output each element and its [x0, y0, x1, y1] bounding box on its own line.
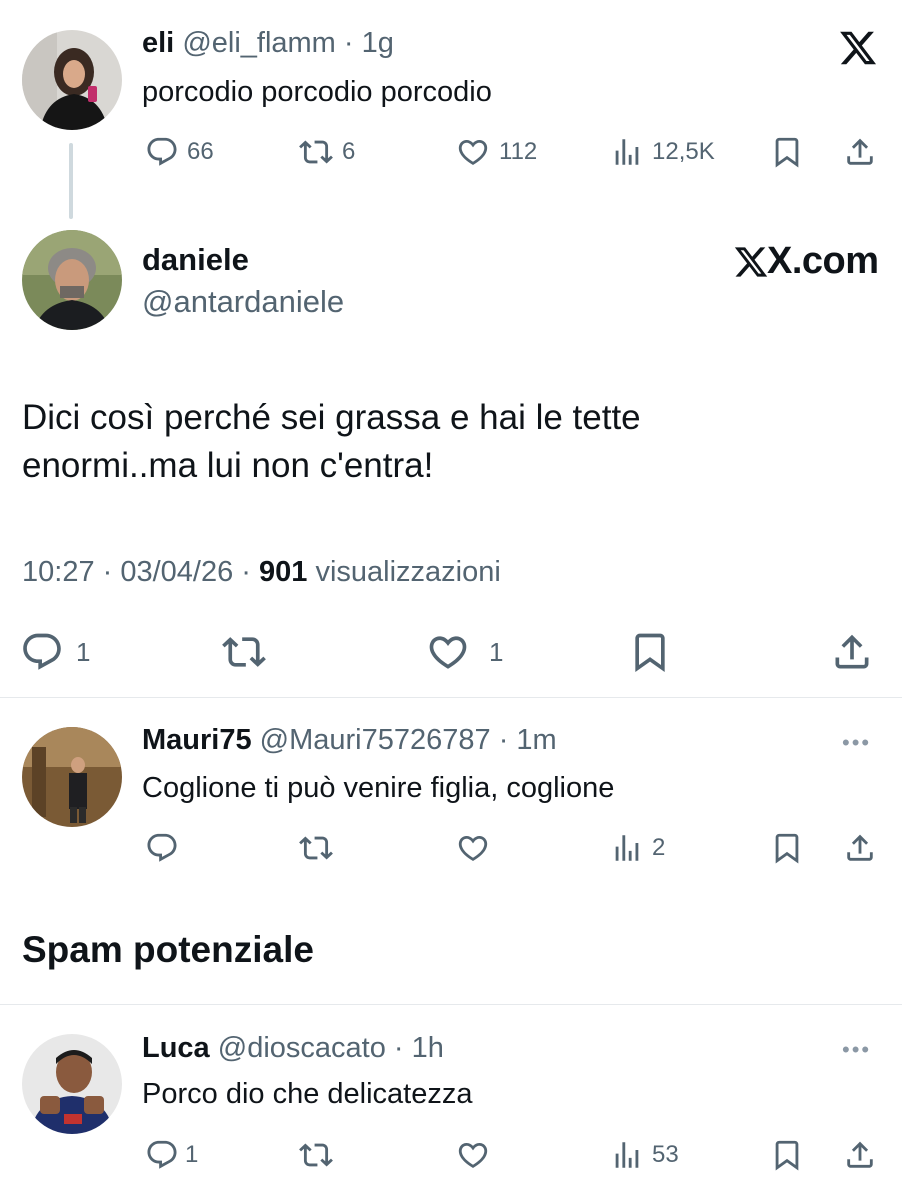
like-button[interactable]	[455, 831, 491, 865]
reply-button[interactable]	[145, 831, 179, 865]
bookmark-button[interactable]	[770, 135, 804, 169]
reply-count: 1	[185, 1141, 199, 1168]
bookmark-icon	[770, 1138, 804, 1172]
handle[interactable]: @Mauri75726787	[260, 724, 491, 756]
reply-count: 1	[76, 636, 91, 667]
retweet-button[interactable]: 6	[298, 135, 355, 169]
heart-icon	[455, 135, 491, 169]
display-name[interactable]: daniele	[142, 242, 249, 278]
tweet-timestamp[interactable]: 10:27 · 03/04/26 ·	[22, 556, 251, 588]
reply-count: 66	[187, 138, 214, 165]
tweet-text-line: enormi..ma lui non c'entra!	[22, 446, 434, 485]
reply1-header: Mauri75 @Mauri75726787 · 1m	[142, 723, 557, 757]
retweet-icon	[298, 135, 334, 169]
tweet-time[interactable]: · 1g	[344, 27, 394, 59]
reply2-header: Luca @dioscacato · 1h	[142, 1031, 444, 1065]
retweet-icon	[298, 1138, 334, 1172]
tweet-time[interactable]: · 1m	[499, 724, 557, 756]
tweet-meta: 10:27 · 03/04/26 · 901 visualizzazioni	[22, 555, 501, 589]
like-count: 112	[499, 138, 538, 165]
share-icon	[843, 1138, 877, 1172]
brand-label: X.com	[767, 240, 879, 282]
reply-button[interactable]: 1	[145, 1138, 198, 1172]
bookmark-button[interactable]	[770, 1138, 804, 1172]
tweet-time[interactable]: · 1h	[394, 1032, 444, 1064]
views-count: 12,5K	[652, 138, 715, 165]
share-icon	[843, 135, 877, 169]
reply-icon	[145, 831, 179, 865]
bookmark-button[interactable]	[628, 630, 672, 674]
more-options-icon[interactable]: •••	[842, 730, 871, 756]
section-title: Spam potenziale	[22, 929, 314, 970]
views-button[interactable]: 12,5K	[610, 135, 715, 169]
tweet1-text: porcodio porcodio porcodio	[142, 76, 492, 108]
retweet-button[interactable]	[298, 1138, 334, 1172]
handle[interactable]: @antardaniele	[142, 284, 344, 320]
heart-icon	[455, 831, 491, 865]
views-button[interactable]: 53	[610, 1138, 679, 1172]
tweet1-header: eli @eli_flamm · 1g	[142, 26, 394, 60]
share-button[interactable]	[843, 831, 877, 865]
reply-icon	[20, 630, 64, 674]
views-count: 901	[259, 556, 308, 588]
reply-button[interactable]: 66	[145, 135, 214, 169]
display-name[interactable]: Luca	[142, 1032, 210, 1064]
tweet2-text: Dici così perché sei grassa e hai le tet…	[22, 394, 641, 490]
analytics-icon	[610, 135, 644, 169]
avatar-eli[interactable]	[22, 30, 122, 130]
handle[interactable]: @eli_flamm	[182, 27, 336, 59]
like-button[interactable]	[455, 1138, 491, 1172]
display-name[interactable]: eli	[142, 27, 174, 59]
x-logo-icon	[838, 28, 878, 68]
heart-icon	[425, 630, 471, 674]
reply1-text: Coglione ti può venire figlia, coglione	[142, 772, 615, 804]
views-label: visualizzazioni	[315, 556, 501, 588]
reply-button[interactable]: 1	[20, 630, 90, 674]
avatar-daniele[interactable]	[22, 230, 122, 330]
like-count: 1	[489, 636, 504, 667]
handle[interactable]: @dioscacato	[218, 1032, 386, 1064]
more-options-icon[interactable]: •••	[842, 1037, 871, 1063]
bookmark-icon	[770, 831, 804, 865]
divider	[0, 1004, 902, 1005]
share-button[interactable]	[830, 630, 874, 674]
retweet-button[interactable]	[220, 630, 268, 674]
tweet-text-line: Dici così perché sei grassa e hai le tet…	[22, 398, 641, 437]
avatar-mauri75[interactable]	[22, 727, 122, 827]
x-com-brand: X.com	[733, 240, 879, 283]
display-name[interactable]: Mauri75	[142, 724, 252, 756]
views-button[interactable]: 2	[610, 831, 665, 865]
bookmark-icon	[770, 135, 804, 169]
avatar-luca[interactable]	[22, 1034, 122, 1134]
reply2-text: Porco dio che delicatezza	[142, 1078, 473, 1110]
views-count: 53	[652, 1141, 679, 1168]
reply-icon	[145, 1138, 179, 1172]
views-count: 2	[652, 834, 666, 861]
like-button[interactable]: 1	[425, 630, 503, 674]
retweet-count: 6	[342, 138, 356, 165]
heart-icon	[455, 1138, 491, 1172]
bookmark-icon	[628, 630, 672, 674]
share-icon	[830, 630, 874, 674]
thread-connector-line	[69, 143, 73, 219]
share-button[interactable]	[843, 135, 877, 169]
retweet-icon	[220, 630, 268, 674]
retweet-button[interactable]	[298, 831, 334, 865]
reply-icon	[145, 135, 179, 169]
share-button[interactable]	[843, 1138, 877, 1172]
bookmark-button[interactable]	[770, 831, 804, 865]
share-icon	[843, 831, 877, 865]
divider	[0, 697, 902, 698]
analytics-icon	[610, 831, 644, 865]
like-button[interactable]: 112	[455, 135, 537, 169]
retweet-icon	[298, 831, 334, 865]
analytics-icon	[610, 1138, 644, 1172]
x-logo-icon	[733, 244, 769, 280]
